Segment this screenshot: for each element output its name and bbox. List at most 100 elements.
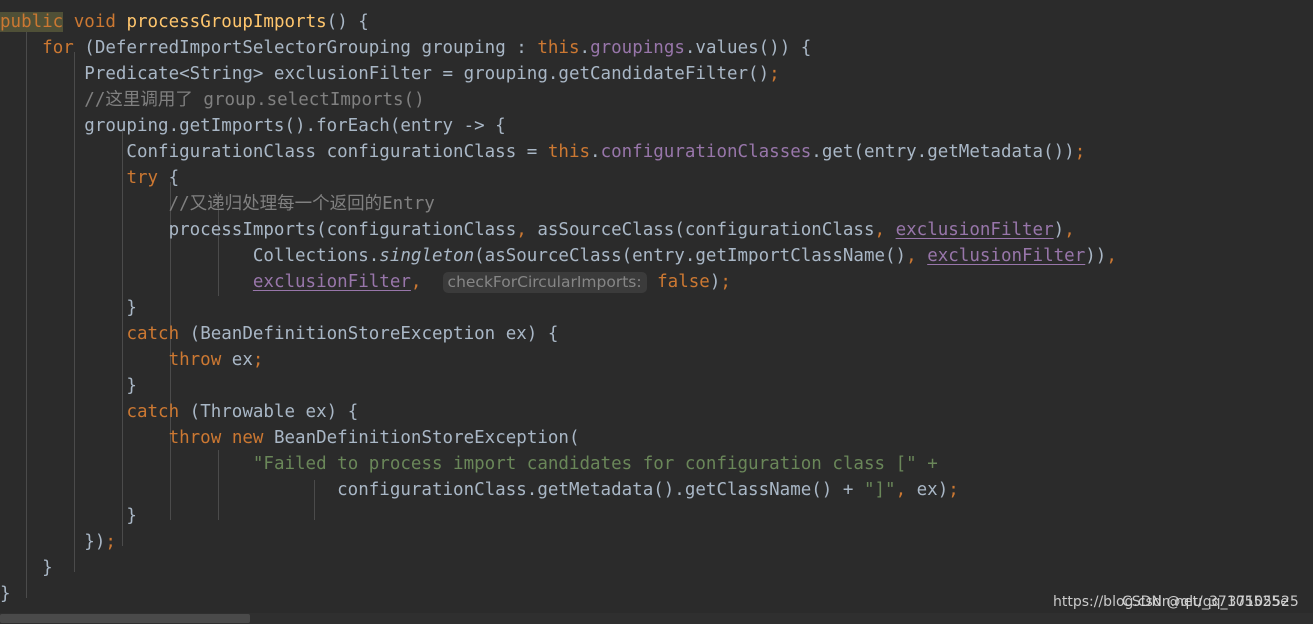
code-token: configurationClasses [600,142,812,162]
code-line: processImports(configurationClass, asSou… [0,217,1117,243]
code-token: } [0,506,137,526]
code-line: } [0,503,1117,529]
code-token: ; [105,532,116,552]
code-token: . [590,142,601,162]
code-line: grouping.getImports().forEach(entry -> { [0,113,1117,139]
code-token: } [0,584,11,604]
code-line: configurationClass.getMetadata().getClas… [0,477,1117,503]
horizontal-scrollbar-thumb[interactable] [0,614,250,623]
watermark-csdn: CSDN @qlu_37105525e [1122,594,1289,610]
code-token: //这里调用了 group.selectImports() [84,90,425,110]
code-token: , [895,480,907,500]
code-token: processGroupImports [126,12,327,32]
code-token: "Failed to process import candidates for… [252,454,917,474]
code-line: throw new BeanDefinitionStoreException( [0,425,1117,451]
code-token: , [1106,246,1117,266]
code-token: + [927,454,938,474]
code-token: .get(entry.getMetadata()) [811,142,1075,162]
code-token: { [158,168,180,188]
code-token: this [547,142,591,162]
code-token: . [579,38,591,58]
code-token: false [657,272,710,292]
code-token: ; [1074,142,1086,162]
code-token: } [0,558,53,578]
code-token: ; [948,480,959,500]
code-token: } [0,376,137,396]
code-token: throw [168,350,222,370]
code-token: grouping.getImports().forEach(entry -> { [0,116,506,136]
code-token: }) [0,532,106,552]
code-token: ConfigurationClass configurationClass = [0,142,548,162]
code-token: ) [1053,220,1065,240]
code-token: this [537,38,580,58]
code-editor[interactable]: public void processGroupImports() { for … [0,0,1313,624]
code-line: }); [0,529,1117,555]
code-line: try { [0,165,1117,191]
code-token: catch [126,324,180,344]
code-content[interactable]: public void processGroupImports() { for … [0,0,1117,607]
code-token: "]" [863,480,896,500]
code-token: Collections. [0,246,380,266]
code-token: () { [326,12,369,32]
code-token: ; [769,64,780,84]
code-line: exclusionFilter, checkForCircularImports… [0,269,1117,295]
code-line: } [0,555,1117,581]
code-token: //又递归处理每一个返回的Entry [168,194,435,214]
code-line: "Failed to process import candidates for… [0,451,1117,477]
code-line: catch (BeanDefinitionStoreException ex) … [0,321,1117,347]
code-token: ex [221,350,253,370]
code-token: ) [709,272,721,292]
code-token: , [1064,220,1075,240]
code-token: catch [126,402,180,422]
code-token: try [126,168,159,188]
code-token: for [42,38,74,58]
code-line: //又递归处理每一个返回的Entry [0,191,1117,217]
code-token: (DeferredImportSelectorGrouping grouping… [73,38,538,58]
code-token: , [410,272,422,292]
code-token: configurationClass.getMetadata().getClas… [0,480,864,500]
search-highlight-token: public [0,12,64,32]
code-token: (Throwable ex) { [179,402,359,422]
code-line: public void processGroupImports() { [0,9,1117,35]
code-line: } [0,295,1117,321]
code-line: } [0,373,1117,399]
code-token: exclusionFilter [927,246,1086,266]
code-token: , [516,220,527,240]
code-line: throw ex; [0,347,1117,373]
code-token: } [0,298,137,318]
code-token: singleton [379,246,475,266]
code-line: for (DeferredImportSelectorGrouping grou… [0,35,1117,61]
code-token: exclusionFilter [252,272,411,292]
code-line: catch (Throwable ex) { [0,399,1117,425]
code-token: .values()) { [684,38,812,58]
code-token: exclusionFilter [895,220,1054,240]
code-token: )) [1085,246,1107,266]
code-token: processImports(configurationClass [0,220,517,240]
code-token: Predicate<String> exclusionFilter = grou… [0,64,770,84]
code-token: (asSourceClass(entry.getImportClassName(… [474,246,907,266]
code-token: (BeanDefinitionStoreException ex) { [179,324,559,344]
code-line: //这里调用了 group.selectImports() [0,87,1117,113]
horizontal-scrollbar[interactable] [0,613,1313,624]
parameter-hint-badge: checkForCircularImports: [442,272,647,293]
code-token: BeanDefinitionStoreException( [263,428,580,448]
code-token: throw [168,428,222,448]
code-token: void [73,12,116,32]
